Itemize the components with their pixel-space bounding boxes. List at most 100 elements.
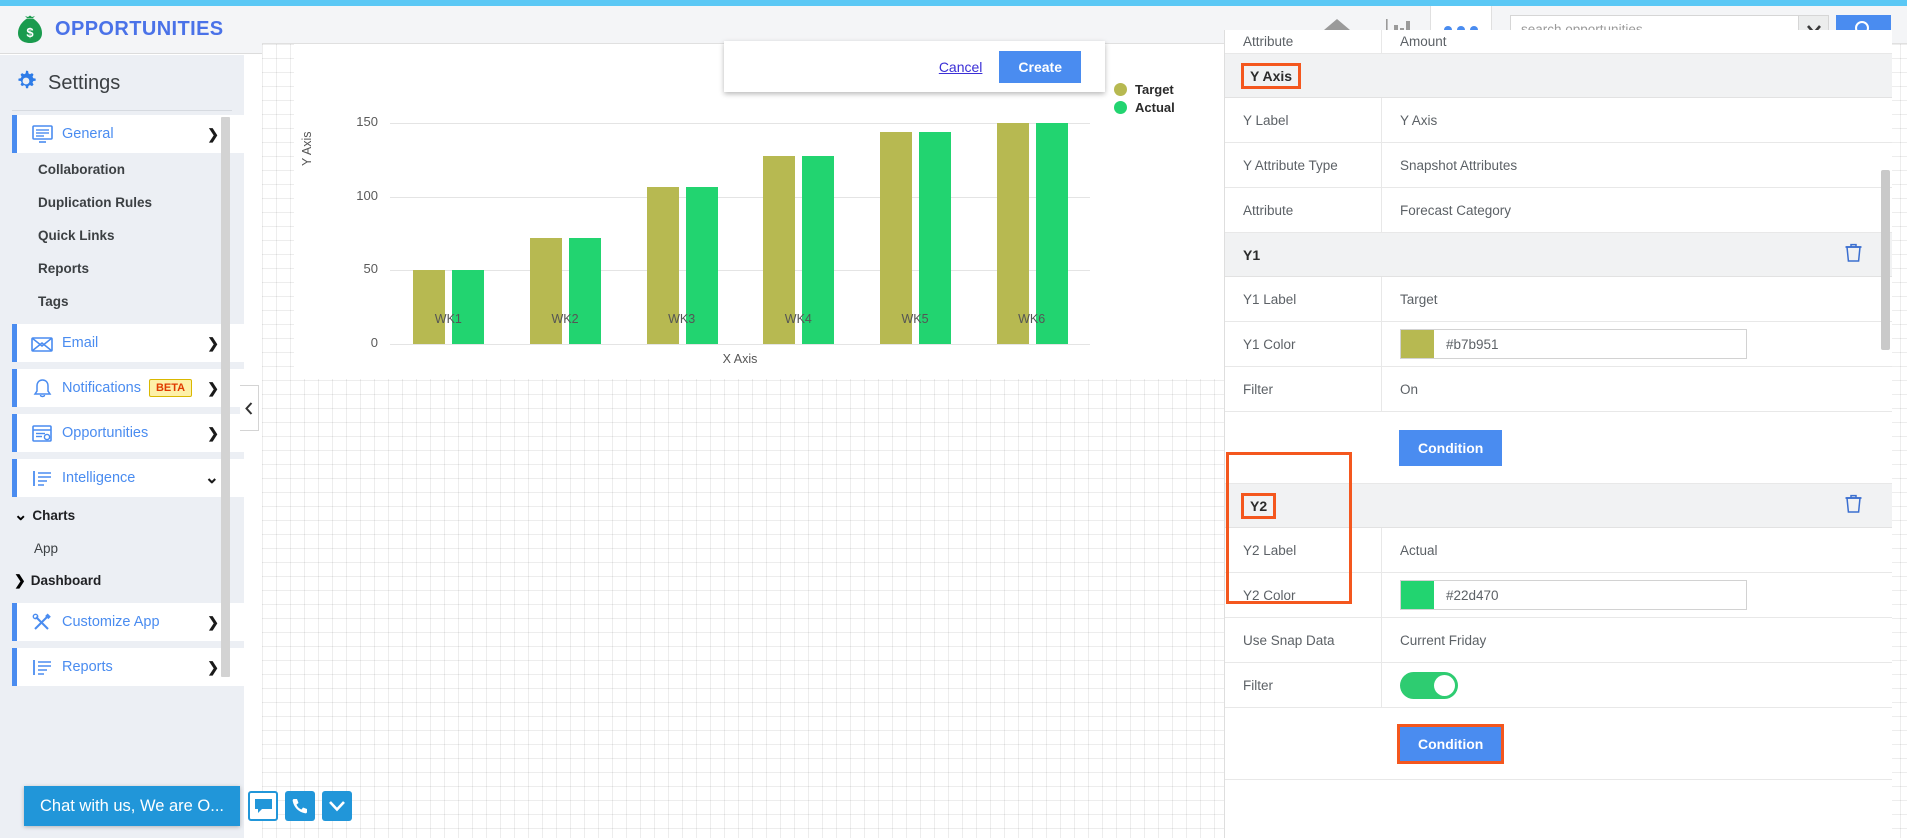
sidebar-group-label: Charts <box>32 507 76 523</box>
property-label: Y1 Label <box>1225 277 1382 321</box>
bar-actual[interactable] <box>452 270 485 344</box>
legend-label: Target <box>1135 82 1174 97</box>
envelope-icon <box>26 335 58 352</box>
property-row-y2-color[interactable]: Y2 Color #22d470 <box>1225 573 1892 618</box>
sidebar-item-notifications[interactable]: Notifications BETA ❯ <box>12 369 244 407</box>
property-label: Y Attribute Type <box>1225 143 1382 187</box>
property-row-y-label[interactable]: Y Label Y Axis <box>1225 98 1892 143</box>
window-icon <box>26 424 58 443</box>
sidebar-group-dashboard[interactable]: ❯ Dashboard <box>0 564 244 597</box>
property-value[interactable]: Actual <box>1382 528 1892 572</box>
chat-bubble-icon[interactable] <box>248 791 279 821</box>
property-value[interactable]: Target <box>1382 277 1892 321</box>
bell-icon <box>26 378 58 399</box>
bar-group[interactable] <box>530 82 601 344</box>
property-value[interactable]: Snapshot Attributes <box>1382 143 1892 187</box>
sidebar-item-customize-app[interactable]: Customize App ❯ <box>12 603 244 641</box>
property-row-attribute-top[interactable]: Attribute Amount <box>1225 30 1892 54</box>
sidebar-item-opportunities[interactable]: Opportunities ❯ <box>12 414 244 452</box>
phone-icon[interactable] <box>285 791 316 821</box>
chevron-right-icon: ❯ <box>207 613 219 630</box>
sidebar-subitem-quick-links[interactable]: Quick Links <box>0 219 244 252</box>
bar-group[interactable] <box>763 82 835 344</box>
filter-toggle[interactable] <box>1400 671 1458 699</box>
property-value[interactable]: On <box>1382 367 1892 411</box>
chart-x-axis-label: X Axis <box>722 352 758 366</box>
section-header-y-axis[interactable]: Y Axis <box>1225 54 1892 98</box>
y1-color-field[interactable]: #b7b951 <box>1400 329 1747 359</box>
bar-target[interactable] <box>413 270 446 344</box>
bar-group[interactable] <box>880 82 951 344</box>
sidebar-item-intelligence[interactable]: Intelligence ⌄ <box>12 459 244 497</box>
section-title: Y2 <box>1240 492 1277 519</box>
property-row-y-attribute-type[interactable]: Y Attribute Type Snapshot Attributes <box>1225 143 1892 188</box>
sidebar-item-general[interactable]: General ❯ <box>12 115 244 153</box>
chevron-down-icon[interactable] <box>322 791 353 821</box>
property-row-y2-label[interactable]: Y2 Label Actual <box>1225 528 1892 573</box>
sidebar-subitem-app[interactable]: App <box>0 533 244 564</box>
create-button[interactable]: Create <box>999 50 1081 83</box>
page-title: Settings <box>48 72 121 94</box>
property-value[interactable]: Forecast Category <box>1382 188 1892 232</box>
bar-group[interactable] <box>646 82 718 344</box>
section-title: Y Axis <box>1240 62 1302 89</box>
sidebar-subitem-tags[interactable]: Tags <box>0 285 244 318</box>
y2-color-field[interactable]: #22d470 <box>1400 580 1747 610</box>
money-bag-icon: $ <box>16 15 44 44</box>
brand[interactable]: $ OPPORTUNITIES <box>0 15 224 44</box>
chart-inner: Y Axis 0 50 100 150 WK1 WK2 WK3 WK4 WK5 WK6 X Ax… <box>294 44 1224 379</box>
property-value[interactable]: Current Friday <box>1382 618 1892 662</box>
sidebar-item-email[interactable]: Email ❯ <box>12 324 244 362</box>
trash-icon[interactable] <box>1845 243 1862 267</box>
sidebar-item-reports[interactable]: Reports ❯ <box>12 648 244 686</box>
trash-icon[interactable] <box>1845 494 1862 518</box>
list-icon <box>26 469 58 488</box>
section-header-y1[interactable]: Y1 <box>1225 233 1892 277</box>
color-swatch[interactable] <box>1401 581 1434 609</box>
x-tick-label: WK6 <box>1018 312 1046 326</box>
y1-condition-button[interactable]: Condition <box>1399 429 1503 466</box>
y2-condition-button[interactable]: Condition <box>1396 723 1505 764</box>
property-row-use-snap-data[interactable]: Use Snap Data Current Friday <box>1225 618 1892 663</box>
chat-message[interactable]: Chat with us, We are O... <box>24 786 241 826</box>
sidebar-item-label: Opportunities <box>62 425 149 441</box>
legend-label: Actual <box>1135 100 1175 115</box>
property-row-y1-color[interactable]: Y1 Color #b7b951 <box>1225 322 1892 367</box>
bar-actual[interactable] <box>1035 123 1068 344</box>
property-value[interactable]: Y Axis <box>1382 98 1892 142</box>
property-label: Attribute <box>1225 30 1382 53</box>
y-tick-label: 100 <box>356 187 378 203</box>
y-tick-label: 150 <box>356 114 378 130</box>
x-tick-label: WK4 <box>784 312 812 326</box>
bar-actual[interactable] <box>569 238 601 344</box>
sidebar-group-charts[interactable]: ⌄ Charts <box>0 497 244 533</box>
bar-target[interactable] <box>996 123 1029 344</box>
property-row-y1-label[interactable]: Y1 Label Target <box>1225 277 1892 322</box>
x-tick-label: WK2 <box>551 312 579 326</box>
properties-panel[interactable]: Attribute Amount Y Axis Y Label Y Axis Y… <box>1224 30 1892 838</box>
chart-widget[interactable]: Y Axis 0 50 100 150 WK1 WK2 WK3 WK4 WK5 WK6 X Ax… <box>294 44 1224 379</box>
chevron-down-icon: ⌄ <box>204 468 219 487</box>
create-popup: Cancel Create <box>724 41 1105 92</box>
chevron-right-icon: ❯ <box>207 379 219 396</box>
x-tick-label: WK5 <box>901 312 929 326</box>
property-row-attribute[interactable]: Attribute Forecast Category <box>1225 188 1892 233</box>
property-row-y2-filter[interactable]: Filter <box>1225 663 1892 708</box>
sidebar-collapse-handle[interactable] <box>240 385 259 431</box>
sidebar-scrollbar[interactable] <box>221 117 230 677</box>
property-label: Y2 Label <box>1225 528 1382 572</box>
sidebar-subitem-duplication-rules[interactable]: Duplication Rules <box>0 186 244 219</box>
property-row-y1-filter[interactable]: Filter On <box>1225 367 1892 412</box>
color-swatch[interactable] <box>1401 330 1434 358</box>
properties-scrollbar[interactable] <box>1881 170 1890 350</box>
property-label: Filter <box>1225 663 1382 707</box>
bar-group[interactable] <box>413 82 485 344</box>
sidebar-subitem-collaboration[interactable]: Collaboration <box>0 153 244 186</box>
bar-group[interactable] <box>996 82 1068 344</box>
sidebar-subitem-reports[interactable]: Reports <box>0 252 244 285</box>
section-header-y2[interactable]: Y2 <box>1225 484 1892 528</box>
gear-icon <box>14 69 38 98</box>
property-value[interactable]: Amount <box>1382 30 1892 53</box>
bar-target[interactable] <box>530 238 562 344</box>
cancel-button[interactable]: Cancel <box>939 59 983 75</box>
